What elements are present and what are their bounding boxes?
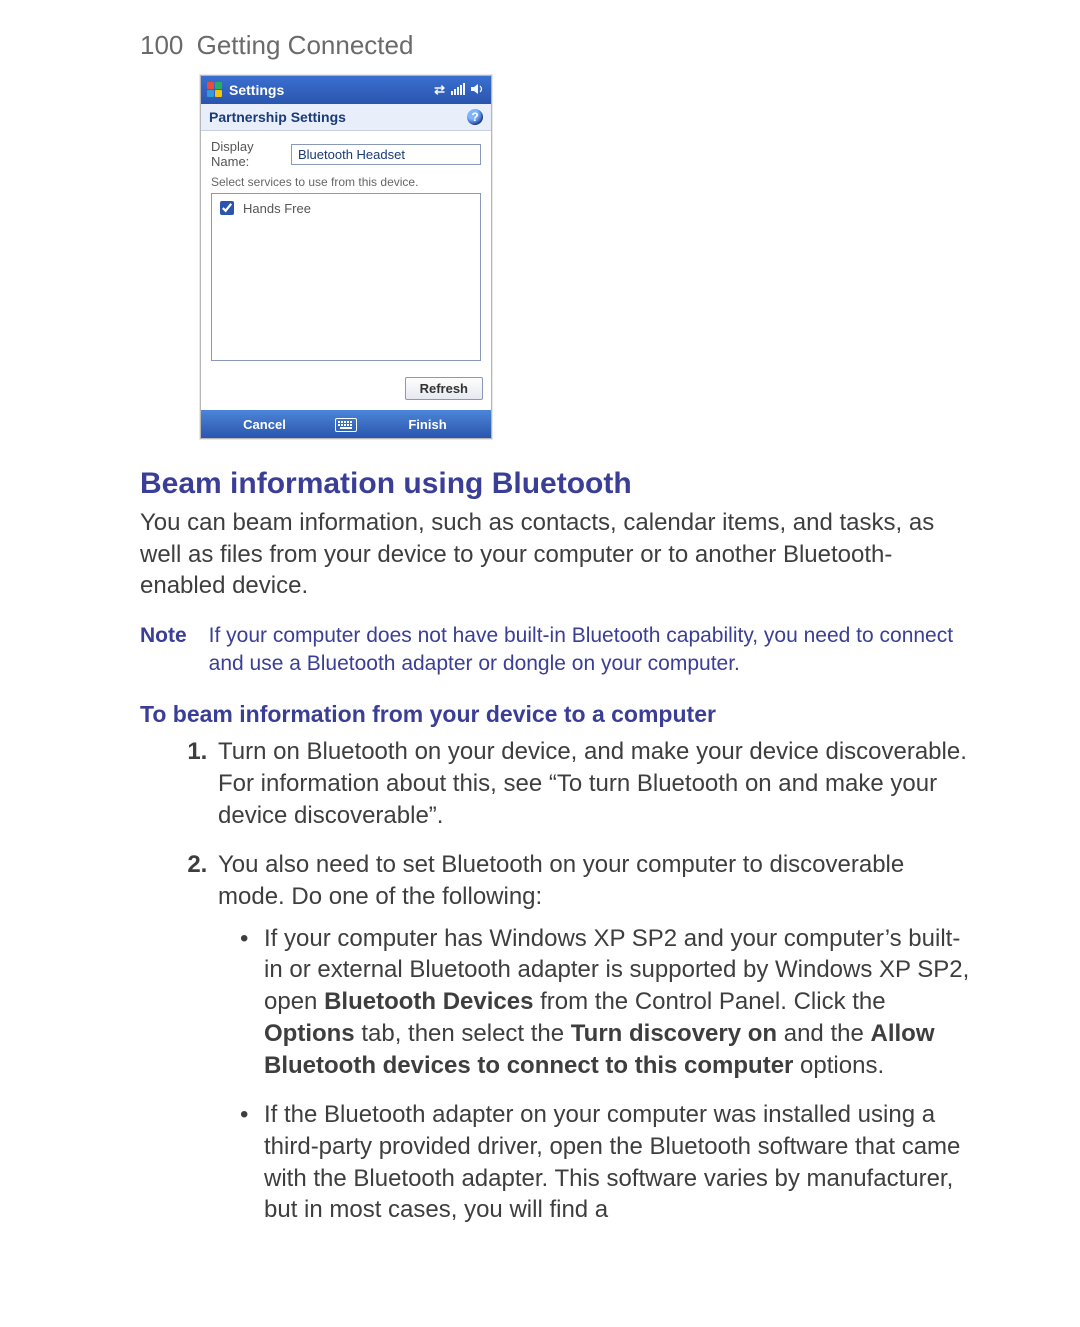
services-hint: Select services to use from this device. xyxy=(211,175,481,189)
cancel-button[interactable]: Cancel xyxy=(201,417,328,432)
bottombar: Cancel Finish xyxy=(201,410,491,438)
titlebar-title: Settings xyxy=(229,82,434,98)
section-intro: You can beam information, such as contac… xyxy=(140,507,970,602)
windows-flag-icon xyxy=(207,82,223,98)
note-text: If your computer does not have built-in … xyxy=(209,622,970,677)
page-number: 100 xyxy=(140,30,183,60)
s2a-b3: Turn discovery on xyxy=(571,1020,777,1047)
service-checkbox[interactable] xyxy=(220,201,234,215)
refresh-button[interactable]: Refresh xyxy=(405,377,483,400)
step-2-bullets: If your computer has Windows XP SP2 and … xyxy=(218,923,970,1226)
speaker-icon xyxy=(471,83,485,98)
s2a-b1: Bluetooth Devices xyxy=(324,988,533,1015)
subtitle-bar: Partnership Settings ? xyxy=(201,104,491,131)
titlebar: Settings ⇄ xyxy=(201,76,491,104)
note-block: Note If your computer does not have buil… xyxy=(140,622,970,677)
note-label: Note xyxy=(140,622,187,677)
display-name-label: Display Name: xyxy=(211,139,283,169)
keyboard-icon[interactable] xyxy=(328,416,364,432)
finish-button[interactable]: Finish xyxy=(364,417,491,432)
help-icon[interactable]: ? xyxy=(467,109,483,125)
device-body: Display Name: Select services to use fro… xyxy=(201,131,491,369)
services-listbox[interactable]: Hands Free xyxy=(211,193,481,361)
step-2-bullet-b: If the Bluetooth adapter on your compute… xyxy=(264,1099,970,1226)
step-2: You also need to set Bluetooth on your c… xyxy=(214,849,970,1225)
s2a-post: options. xyxy=(793,1052,884,1079)
display-name-input[interactable] xyxy=(291,144,481,165)
step-2-bullet-a: If your computer has Windows XP SP2 and … xyxy=(264,923,970,1081)
s2a-mid2: tab, then select the xyxy=(355,1020,571,1047)
device-screenshot: Settings ⇄ Partnership Settings ? Displa… xyxy=(200,75,492,439)
section-heading: Beam information using Bluetooth xyxy=(140,467,970,501)
status-icons: ⇄ xyxy=(434,82,485,98)
step-2-text: You also need to set Bluetooth on your c… xyxy=(218,851,904,910)
steps-list: Turn on Bluetooth on your device, and ma… xyxy=(140,736,970,1225)
refresh-row: Refresh xyxy=(201,369,491,410)
sync-icon: ⇄ xyxy=(434,82,445,98)
page-header: 100 Getting Connected xyxy=(140,30,970,61)
s2a-mid1: from the Control Panel. Click the xyxy=(533,988,885,1015)
chapter-title: Getting Connected xyxy=(197,30,414,60)
s2a-b2: Options xyxy=(264,1020,355,1047)
subsection-heading: To beam information from your device to … xyxy=(140,701,970,728)
signal-icon xyxy=(451,83,465,98)
service-label: Hands Free xyxy=(243,201,311,216)
service-item[interactable]: Hands Free xyxy=(216,198,476,218)
s2a-mid3: and the xyxy=(777,1020,870,1047)
step-1: Turn on Bluetooth on your device, and ma… xyxy=(214,736,970,831)
subtitle-text: Partnership Settings xyxy=(209,109,346,125)
